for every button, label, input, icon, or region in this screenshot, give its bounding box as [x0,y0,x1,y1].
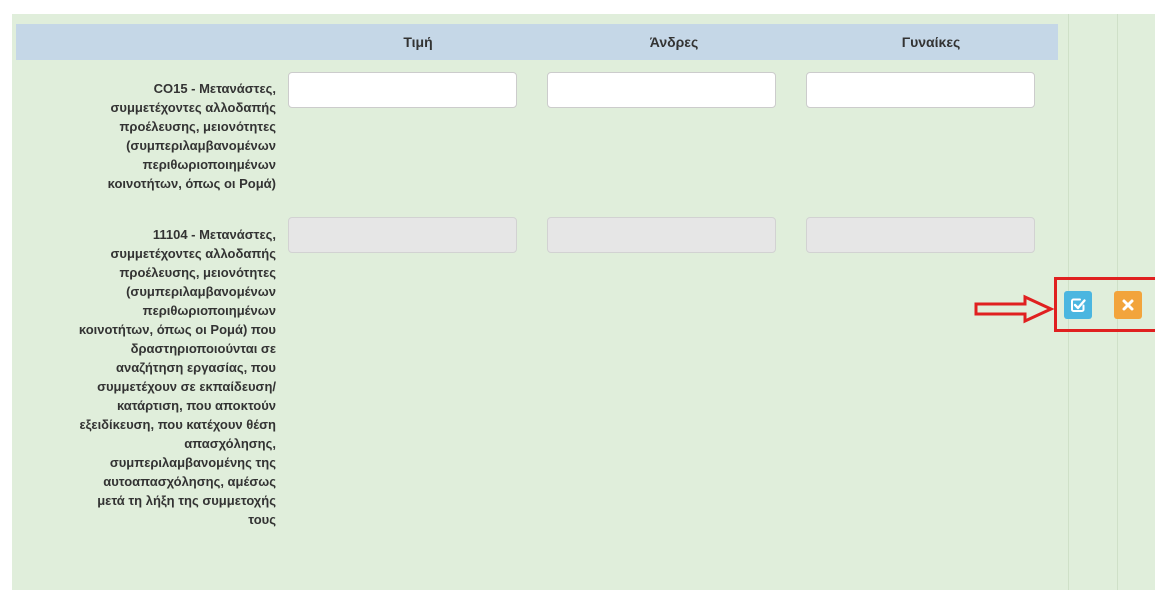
header-men: Άνδρες [649,34,699,50]
red-outline-arrow-icon [974,294,1055,324]
top-strip [12,0,1155,14]
row-label-co15: CO15 - Μετανάστες, συμμετέχοντες αλλοδαπ… [107,81,276,191]
co15-women-input[interactable] [806,72,1035,108]
11104-men-input [547,217,776,253]
cancel-button[interactable] [1114,291,1142,319]
11104-women-input [806,217,1035,253]
header-label-column [16,24,292,60]
header-value: Τιμή [403,34,433,50]
edit-check-icon [1071,298,1086,312]
edit-button[interactable] [1064,291,1092,319]
co15-value-input[interactable] [288,72,517,108]
co15-men-input[interactable] [547,72,776,108]
close-icon [1122,299,1134,311]
row-label-11104: 11104 - Μετανάστες, συμμετέχοντες αλλοδα… [78,227,276,527]
header-women: Γυναίκες [901,34,961,50]
11104-value-input [288,217,517,253]
table-header: Τιμή Άνδρες Γυναίκες [16,24,1058,60]
